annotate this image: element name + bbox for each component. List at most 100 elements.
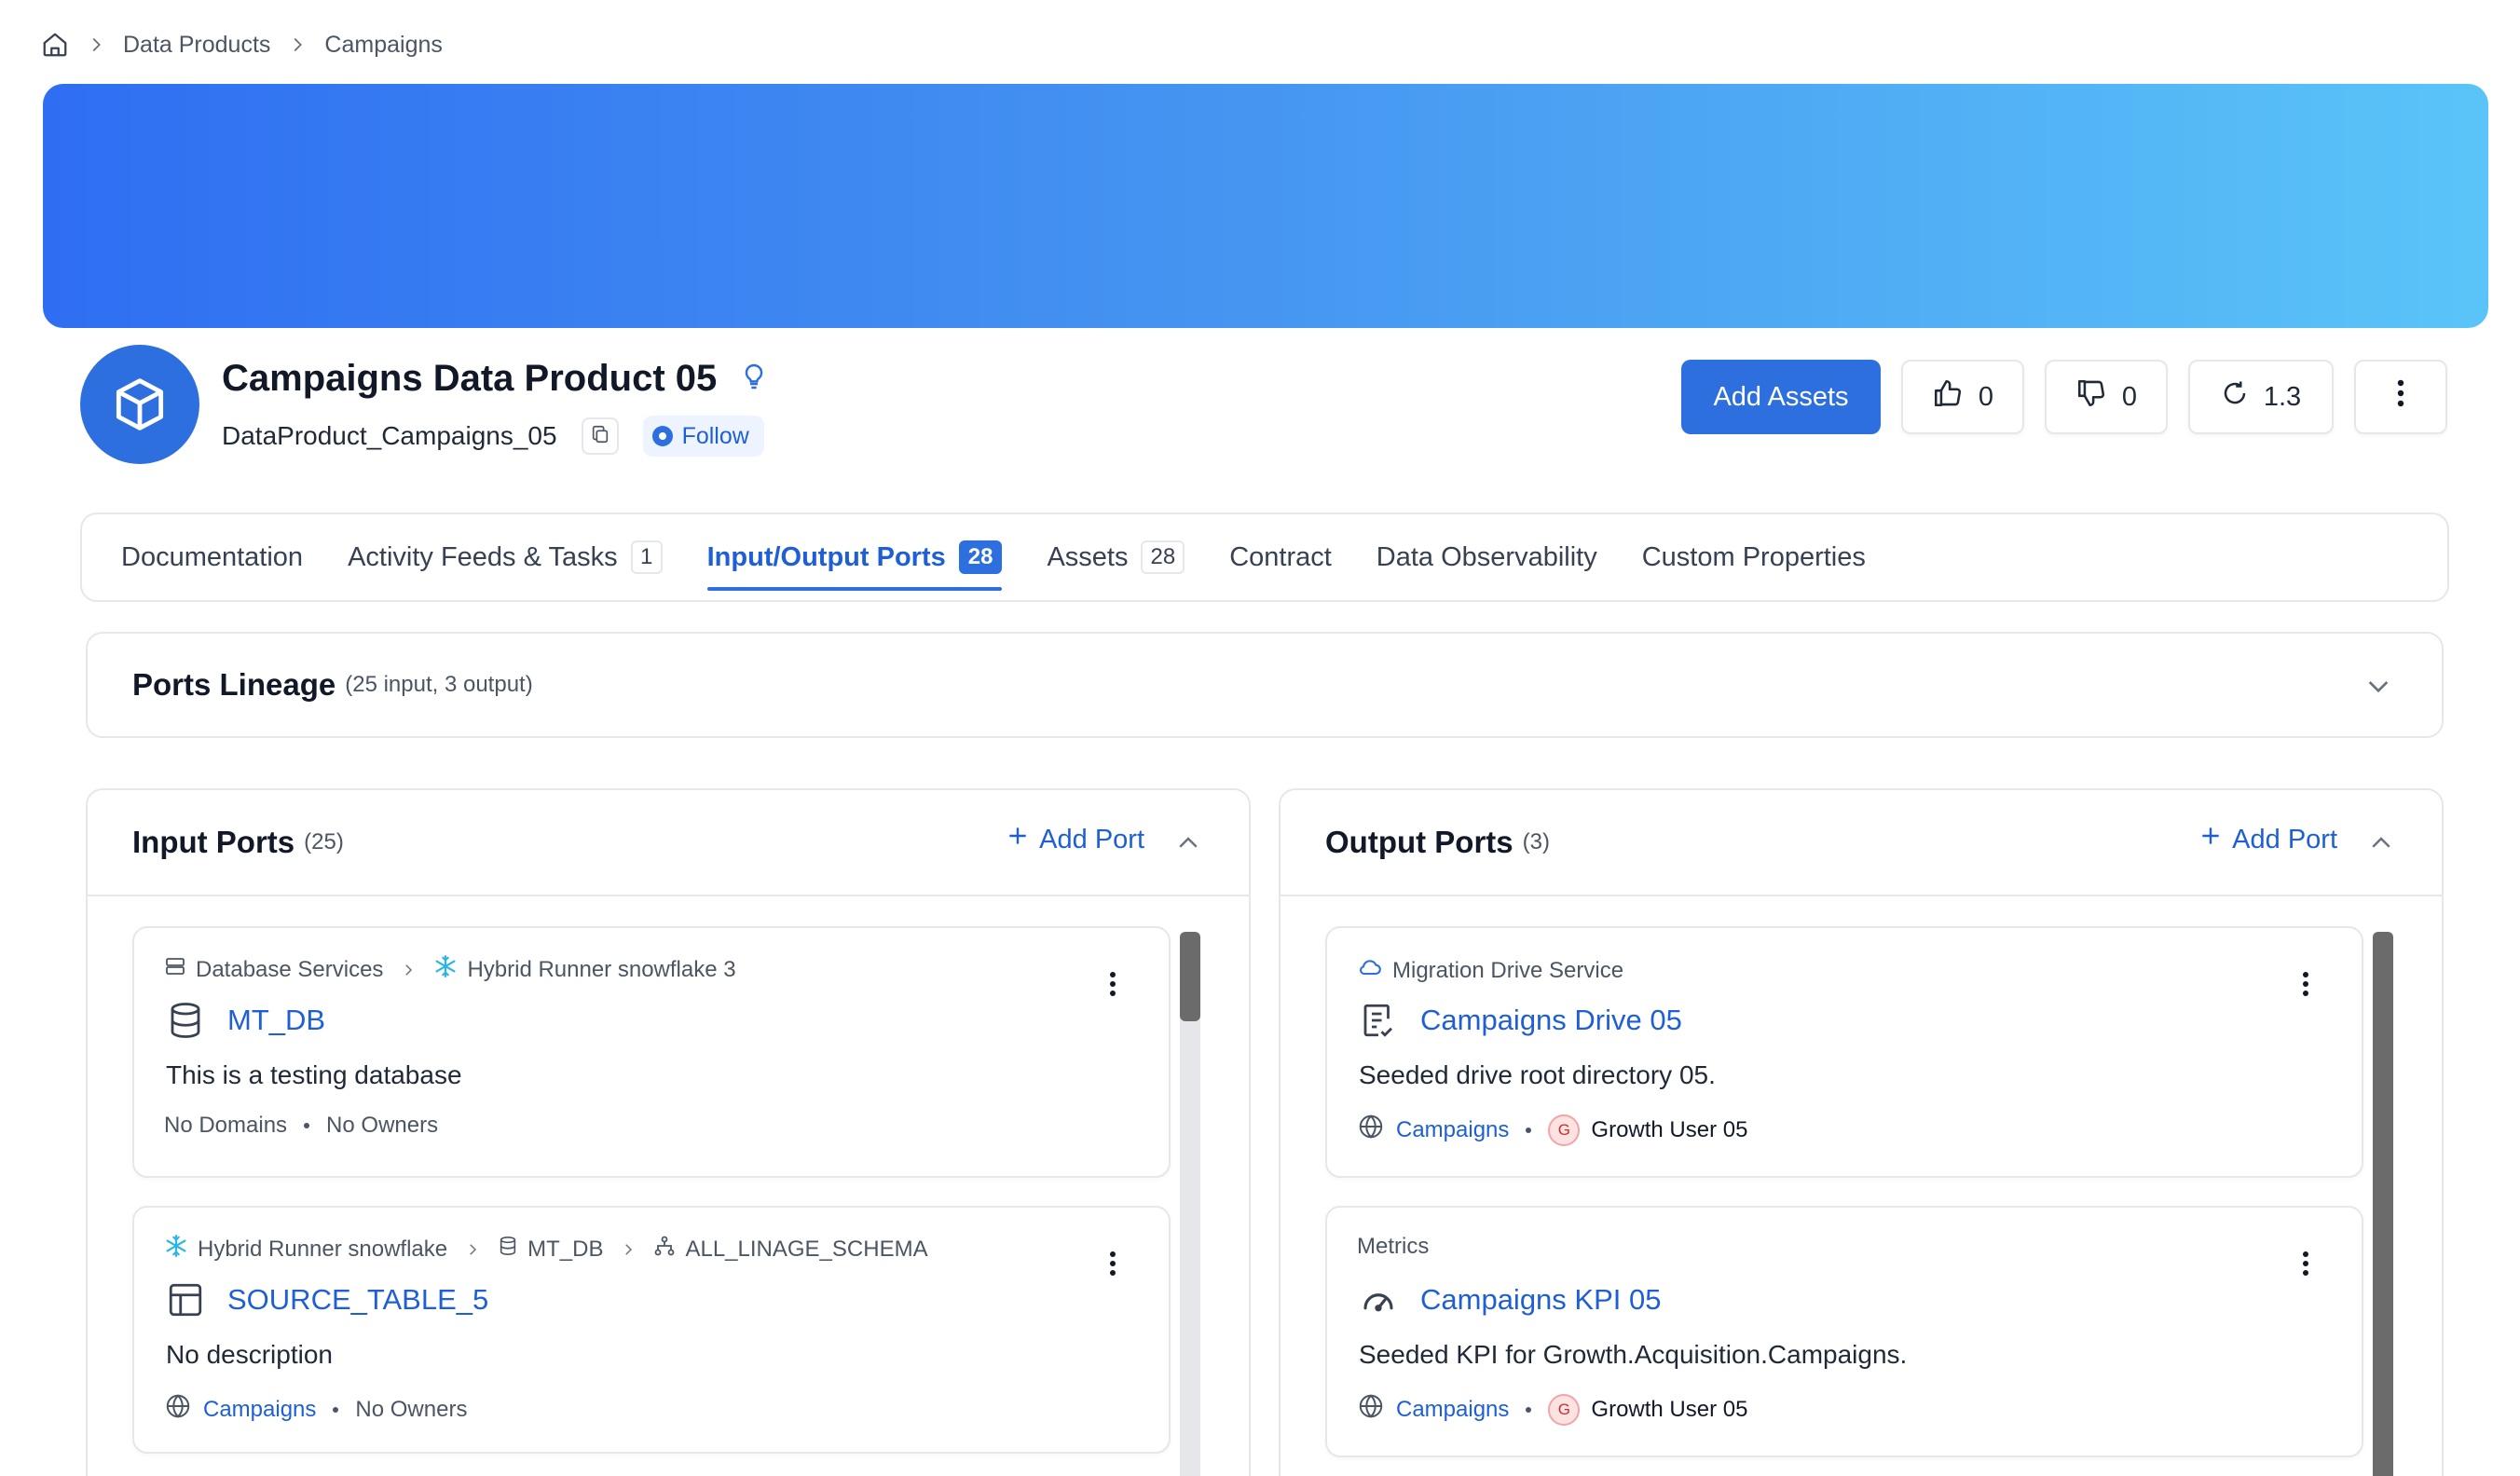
add-input-port-button[interactable]: Add Port	[1006, 824, 1144, 855]
schema-icon	[653, 1235, 676, 1264]
tab-count-badge: 1	[630, 540, 663, 574]
tab-assets[interactable]: Assets 28	[1047, 512, 1185, 602]
input-ports-title: Input Ports	[132, 825, 295, 859]
title-row: Campaigns Data Product 05	[222, 358, 769, 400]
tab-documentation[interactable]: Documentation	[121, 512, 303, 602]
tab-label: Custom Properties	[1641, 541, 1866, 572]
downvote-button[interactable]: 0	[2045, 360, 2168, 434]
more-vertical-icon[interactable]	[1109, 1250, 1116, 1281]
path-segment[interactable]: Hybrid Runner snowflake 3	[467, 957, 735, 983]
copy-button[interactable]	[581, 417, 619, 455]
input-ports-scrollbar[interactable]	[1180, 932, 1200, 1476]
tab-data-observability[interactable]: Data Observability	[1376, 512, 1597, 602]
chevron-up-icon[interactable]	[1174, 829, 1202, 862]
path-segment[interactable]: Migration Drive Service	[1392, 958, 1623, 984]
asset-name-link[interactable]: Campaigns Drive 05	[1420, 1004, 1682, 1037]
tab-count-badge: 28	[958, 540, 1003, 574]
domain-link[interactable]: Campaigns	[203, 1397, 316, 1423]
home-icon[interactable]	[41, 31, 69, 59]
input-port-card[interactable]: Database Services Hybrid Runner snowflak…	[132, 926, 1171, 1178]
globe-icon	[1357, 1392, 1385, 1427]
ports-lineage-title: Ports Lineage	[132, 667, 336, 702]
breadcrumb-item-data-products[interactable]: Data Products	[123, 32, 270, 59]
table-icon	[166, 1280, 205, 1319]
domain-link[interactable]: Campaigns	[1396, 1397, 1509, 1423]
tab-label: Activity Feeds & Tasks	[348, 541, 618, 572]
output-port-card[interactable]: Metrics Campaigns KPI 05 Seeded KPI for …	[1325, 1206, 2363, 1457]
path-segment[interactable]: MT_DB	[527, 1237, 603, 1263]
cloud-drive-icon	[1357, 954, 1383, 987]
lightbulb-icon[interactable]	[739, 362, 769, 396]
asset-path: Metrics	[1357, 1234, 1429, 1260]
asset-name-link[interactable]: SOURCE_TABLE_5	[227, 1283, 488, 1317]
scrollbar-thumb[interactable]	[2373, 932, 2393, 1476]
path-segment[interactable]: Hybrid Runner snowflake	[198, 1237, 447, 1263]
asset-title: Campaigns Drive 05	[1359, 1001, 1682, 1040]
add-output-port-button[interactable]: Add Port	[2198, 824, 2337, 855]
tab-label: Assets	[1047, 541, 1129, 572]
tab-input-output-ports[interactable]: Input/Output Ports 28	[706, 512, 1003, 602]
globe-icon	[1357, 1113, 1385, 1147]
ports-lineage-summary: (25 input, 3 output)	[345, 672, 533, 697]
header-actions: Add Assets 0 0 1.3	[1681, 360, 2447, 434]
tab-contract[interactable]: Contract	[1229, 512, 1332, 602]
scrollbar-thumb[interactable]	[1180, 932, 1200, 1021]
output-ports-count: (3)	[1522, 829, 1550, 854]
input-ports-count: (25)	[304, 829, 344, 854]
path-segment[interactable]: ALL_LINAGE_SCHEMA	[685, 1237, 927, 1263]
output-port-card[interactable]: Migration Drive Service Campaigns Drive …	[1325, 926, 2363, 1178]
upvote-button[interactable]: 0	[1901, 360, 2024, 434]
owner-link[interactable]: Growth User 05	[1591, 1397, 1747, 1423]
tab-label: Documentation	[121, 541, 304, 572]
more-vertical-icon[interactable]	[2302, 1250, 2309, 1281]
asset-meta: Campaigns No Owners	[164, 1392, 467, 1427]
more-vertical-icon[interactable]	[1109, 971, 1116, 1002]
chevron-right-icon	[620, 1241, 637, 1258]
follow-button[interactable]: Follow	[642, 416, 764, 457]
product-fqn: DataProduct_Campaigns_05	[222, 421, 557, 450]
chevron-right-icon	[400, 962, 417, 978]
plus-icon	[1006, 824, 1030, 855]
separator-dot	[304, 1123, 310, 1128]
version-history-icon	[2221, 379, 2249, 415]
owner-link[interactable]: Growth User 05	[1591, 1117, 1747, 1143]
downvote-count: 0	[2121, 381, 2138, 412]
asset-description: Seeded KPI for Growth.Acquisition.Campai…	[1359, 1340, 1908, 1369]
ports-lineage-panel[interactable]: Ports Lineage (25 input, 3 output)	[86, 632, 2444, 738]
owner-value: No Owners	[355, 1396, 468, 1422]
plus-icon	[2198, 824, 2223, 855]
separator-dot	[333, 1406, 339, 1413]
asset-name-link[interactable]: MT_DB	[227, 1004, 325, 1037]
asset-path: Hybrid Runner snowflake MT_DB ALL_LINAGE…	[164, 1234, 928, 1264]
more-vertical-icon[interactable]	[2302, 971, 2309, 1002]
asset-name-link[interactable]: Campaigns KPI 05	[1420, 1283, 1661, 1317]
asset-meta: Campaigns G Growth User 05	[1357, 1392, 1747, 1427]
upvote-count: 0	[1978, 381, 1994, 412]
tab-label: Contract	[1229, 541, 1332, 572]
asset-path: Database Services Hybrid Runner snowflak…	[164, 954, 736, 985]
version-button[interactable]: 1.3	[2188, 360, 2334, 434]
page-title: Campaigns Data Product 05	[222, 358, 718, 399]
asset-description: Seeded drive root directory 05.	[1359, 1060, 1716, 1089]
more-actions-button[interactable]	[2354, 360, 2447, 434]
version-number: 1.3	[2263, 381, 2302, 412]
add-port-label: Add Port	[1039, 824, 1144, 854]
asset-description: This is a testing database	[166, 1060, 462, 1089]
avatar: G	[1548, 1114, 1581, 1146]
tab-custom-properties[interactable]: Custom Properties	[1642, 512, 1866, 602]
path-segment[interactable]: Metrics	[1357, 1234, 1429, 1260]
globe-icon	[164, 1392, 192, 1427]
chevron-down-icon[interactable]	[2363, 671, 2393, 705]
path-segment[interactable]: Database Services	[196, 957, 383, 983]
chevron-up-icon[interactable]	[2367, 829, 2395, 862]
breadcrumb: Data Products Campaigns	[41, 26, 443, 63]
output-ports-scrollbar[interactable]	[2373, 932, 2393, 1476]
add-assets-button[interactable]: Add Assets	[1681, 360, 1881, 434]
breadcrumb-item-campaigns[interactable]: Campaigns	[324, 32, 442, 59]
input-ports-panel: Input Ports (25) Add Port Database Servi…	[86, 788, 1251, 1476]
tab-activity-feeds[interactable]: Activity Feeds & Tasks 1	[348, 512, 663, 602]
thumbs-down-icon	[2075, 377, 2107, 417]
input-port-card[interactable]: Hybrid Runner snowflake MT_DB ALL_LINAGE…	[132, 1206, 1171, 1454]
domain-link[interactable]: Campaigns	[1396, 1117, 1509, 1143]
asset-description: No description	[166, 1340, 333, 1369]
